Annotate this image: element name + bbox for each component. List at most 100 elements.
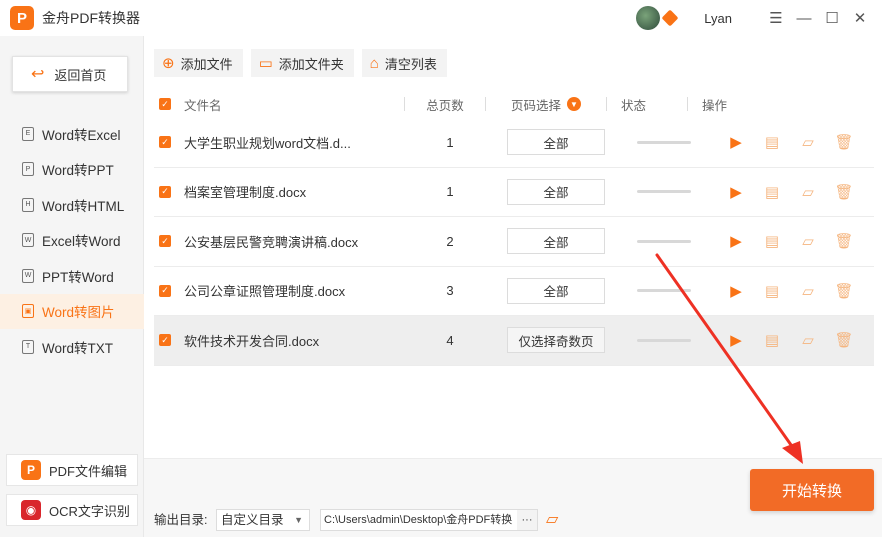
row-actions: ▶ ▤ ▱ 🗑: [718, 133, 862, 151]
sidebar-item-ppt-to-word[interactable]: W PPT转Word: [0, 258, 144, 294]
sidebar-item-word-to-txt[interactable]: T Word转TXT: [0, 329, 144, 365]
trash-icon[interactable]: 🗑: [826, 282, 862, 300]
avatar[interactable]: [636, 6, 661, 30]
play-icon[interactable]: ▶: [718, 331, 754, 349]
back-home-label: 返回首页: [54, 67, 107, 83]
table-row[interactable]: ✓ 公司公章证照管理制度.docx 3 全部 ▶ ▤ ▱ 🗑: [154, 267, 874, 316]
add-folder-label: 添加文件夹: [278, 56, 344, 72]
chevron-down-icon: ▼: [294, 515, 303, 525]
back-home-button[interactable]: ↩ 返回首页: [12, 56, 128, 92]
folder-icon[interactable]: ▱: [790, 331, 826, 349]
add-file-button[interactable]: ⊕ 添加文件: [154, 49, 243, 77]
browse-more-button[interactable]: ···: [517, 510, 537, 530]
clear-list-button[interactable]: ⌂ 清空列表: [361, 49, 447, 77]
header-range[interactable]: 页码选择 ▼: [486, 95, 606, 114]
file-name: 档案室管理制度.docx: [184, 185, 307, 201]
sidebar-item-word-to-excel[interactable]: E Word转Excel: [0, 116, 144, 152]
file-name: 公司公章证照管理制度.docx: [184, 284, 346, 300]
file-name: 大学生职业规划word文档.d...: [184, 135, 351, 151]
row-actions: ▶ ▤ ▱ 🗑: [718, 183, 862, 201]
status-progress: [616, 289, 712, 293]
title-bar-right: Lyan ☰ — ☐ ✕: [636, 0, 882, 36]
document-icon[interactable]: ▤: [754, 282, 790, 300]
chevron-down-icon[interactable]: ▼: [567, 97, 581, 111]
table-row[interactable]: ✓ 大学生职业规划word文档.d... 1 全部 ▶ ▤ ▱ 🗑: [154, 118, 874, 168]
sidebar-item-label: Excel转Word: [42, 234, 121, 250]
file-table: ✓ 文件名 总页数 页码选择 ▼ 状态 操作 ✓ 大学生职业规划word文档.d…: [154, 90, 874, 366]
page-range-button[interactable]: 全部: [507, 228, 605, 255]
vip-badge-icon[interactable]: [661, 9, 679, 27]
sidebar-item-word-to-ppt[interactable]: P Word转PPT: [0, 152, 144, 188]
page-range-button[interactable]: 全部: [507, 129, 605, 156]
sidebar-nav: E Word转Excel P Word转PPT H Word转HTML W Ex…: [0, 116, 144, 365]
row-actions: ▶ ▤ ▱ 🗑: [718, 232, 862, 250]
start-convert-button[interactable]: 开始转换: [750, 469, 874, 511]
play-icon[interactable]: ▶: [718, 282, 754, 300]
open-folder-icon[interactable]: ▱: [546, 509, 558, 529]
file-word-icon: W: [22, 268, 34, 283]
minimize-icon[interactable]: —: [790, 10, 818, 27]
status-progress: [616, 239, 712, 243]
ocr-eye-icon: ◉: [21, 500, 41, 520]
ocr-button[interactable]: ◉ OCR文字识别: [6, 494, 138, 526]
sidebar-item-label: Word转图片: [42, 305, 115, 321]
sidebar-item-word-to-html[interactable]: H Word转HTML: [0, 187, 144, 223]
document-icon[interactable]: ▤: [754, 232, 790, 250]
header-filename: 文件名: [184, 98, 222, 113]
footer-bar: 开始转换 输出目录: 自定义目录 ▼ C:\Users\admin\Deskto…: [144, 458, 882, 537]
status-progress: [616, 190, 712, 194]
trash-icon[interactable]: 🗑: [826, 232, 862, 250]
folder-icon: ▭: [258, 55, 273, 72]
row-checkbox[interactable]: ✓: [159, 334, 171, 347]
select-all-checkbox[interactable]: ✓: [159, 98, 171, 110]
table-row[interactable]: ✓ 软件技术开发合同.docx 4 仅选择奇数页 ▶ ▤ ▱ 🗑: [154, 316, 874, 366]
pdf-edit-button[interactable]: P PDF文件编辑: [6, 454, 138, 486]
output-path-field[interactable]: C:\Users\admin\Desktop\金舟PDF转换 ···: [320, 509, 538, 531]
header-status: 状态: [621, 98, 647, 113]
folder-icon[interactable]: ▱: [790, 232, 826, 250]
page-count: 2: [446, 233, 454, 249]
row-checkbox[interactable]: ✓: [159, 284, 171, 297]
clear-list-label: 清空列表: [384, 56, 437, 72]
page-range-button[interactable]: 全部: [507, 178, 605, 205]
trash-icon[interactable]: 🗑: [826, 183, 862, 201]
document-icon[interactable]: ▤: [754, 331, 790, 349]
row-actions: ▶ ▤ ▱ 🗑: [718, 282, 862, 300]
row-checkbox[interactable]: ✓: [159, 235, 171, 248]
table-row[interactable]: ✓ 公安基层民警竞聘演讲稿.docx 2 全部 ▶ ▤ ▱ 🗑: [154, 217, 874, 267]
sidebar-item-word-to-image[interactable]: ▣ Word转图片: [0, 293, 144, 329]
play-icon[interactable]: ▶: [718, 133, 754, 151]
app-window: P 金舟PDF转换器 Lyan ☰ — ☐ ✕ ↩ 返回首页 E Word转Ex…: [0, 0, 882, 537]
folder-icon[interactable]: ▱: [790, 282, 826, 300]
play-icon[interactable]: ▶: [718, 183, 754, 201]
file-ppt-icon: P: [22, 162, 34, 177]
app-title: 金舟PDF转换器: [42, 10, 140, 26]
play-icon[interactable]: ▶: [718, 232, 754, 250]
table-row[interactable]: ✓ 档案室管理制度.docx 1 全部 ▶ ▤ ▱ 🗑: [154, 168, 874, 217]
menu-icon[interactable]: ☰: [762, 9, 790, 27]
trash-icon[interactable]: 🗑: [826, 133, 862, 151]
document-icon[interactable]: ▤: [754, 183, 790, 201]
page-range-button[interactable]: 全部: [507, 277, 605, 304]
sidebar-item-label: PPT转Word: [42, 269, 114, 285]
add-folder-button[interactable]: ▭ 添加文件夹: [250, 49, 354, 77]
document-icon[interactable]: ▤: [754, 133, 790, 151]
status-progress: [616, 140, 712, 144]
file-word-icon: W: [22, 233, 34, 248]
output-dir-select[interactable]: 自定义目录 ▼: [216, 509, 310, 531]
page-range-button[interactable]: 仅选择奇数页: [507, 327, 605, 354]
page-count: 1: [446, 184, 454, 200]
file-html-icon: H: [22, 197, 34, 212]
folder-icon[interactable]: ▱: [790, 183, 826, 201]
ocr-label: OCR文字识别: [49, 503, 130, 519]
add-file-label: 添加文件: [180, 56, 233, 72]
close-icon[interactable]: ✕: [846, 9, 874, 27]
maximize-icon[interactable]: ☐: [818, 9, 846, 27]
trash-icon[interactable]: 🗑: [826, 331, 862, 349]
sidebar-item-excel-to-word[interactable]: W Excel转Word: [0, 223, 144, 259]
row-checkbox[interactable]: ✓: [159, 136, 171, 149]
folder-icon[interactable]: ▱: [790, 133, 826, 151]
row-checkbox[interactable]: ✓: [159, 185, 171, 198]
username[interactable]: Lyan: [704, 11, 732, 26]
title-bar: P 金舟PDF转换器 Lyan ☰ — ☐ ✕: [0, 0, 882, 36]
